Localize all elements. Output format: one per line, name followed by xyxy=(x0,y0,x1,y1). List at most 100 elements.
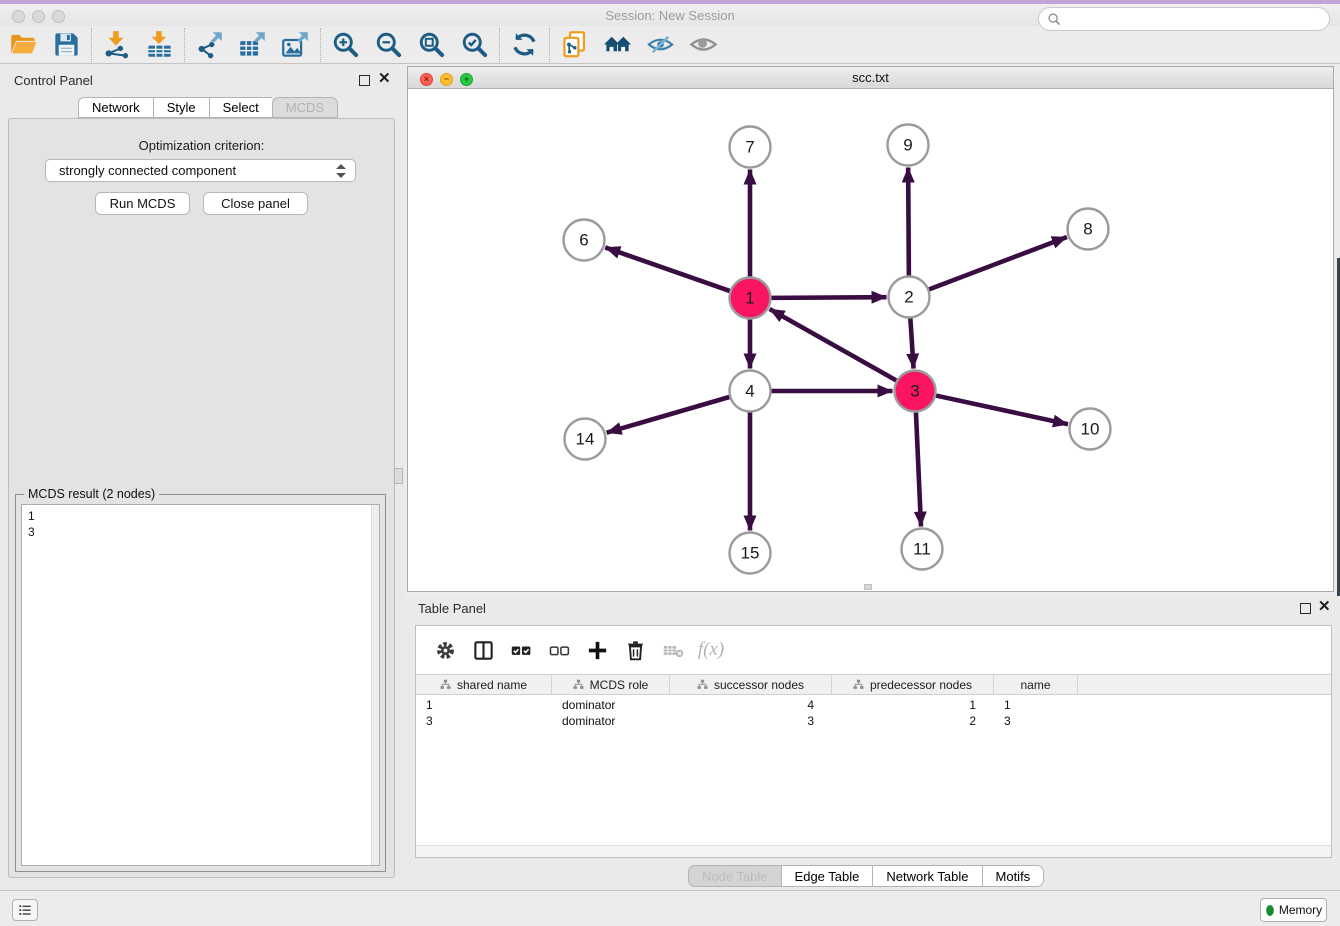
node-label: 14 xyxy=(576,430,595,449)
column-header-MCDS-role[interactable]: MCDS role xyxy=(552,675,670,694)
add-column-button[interactable] xyxy=(578,635,616,665)
table-cell[interactable]: 3 xyxy=(670,713,832,729)
export-network-button[interactable] xyxy=(188,28,231,62)
node-6[interactable]: 6 xyxy=(564,220,605,261)
tab-edge-table[interactable]: Edge Table xyxy=(781,865,873,887)
memory-gauge-icon xyxy=(1265,903,1275,918)
delete-column-button[interactable] xyxy=(616,635,654,665)
export-network-icon xyxy=(195,30,224,59)
network-canvas[interactable]: 7 9 6 8 1 2 4 3 14 10 15 11 xyxy=(408,89,1333,591)
show-all-icon xyxy=(689,30,718,59)
toolbar-separator xyxy=(320,28,321,62)
import-network-button[interactable] xyxy=(95,28,138,62)
run-mcds-button[interactable]: Run MCDS xyxy=(95,192,190,215)
column-visibility-button[interactable] xyxy=(464,635,502,665)
node-15[interactable]: 15 xyxy=(730,533,771,574)
search-icon xyxy=(1047,12,1062,27)
node-3[interactable]: 3 xyxy=(895,371,936,412)
table-settings-gear-button[interactable] xyxy=(426,635,464,665)
node-9[interactable]: 9 xyxy=(888,125,929,166)
tab-node-table[interactable]: Node Table xyxy=(688,865,781,887)
column-header-successor-nodes[interactable]: successor nodes xyxy=(670,675,832,694)
table-cell[interactable]: dominator xyxy=(552,713,670,729)
select-all-rows-button[interactable] xyxy=(502,635,540,665)
node-10[interactable]: 10 xyxy=(1070,409,1111,450)
node-1[interactable]: 1 xyxy=(730,278,771,319)
edge-3-1[interactable] xyxy=(770,309,897,380)
node-7[interactable]: 7 xyxy=(730,127,771,168)
table-toolbar: f(x) xyxy=(416,626,1331,674)
zoom-fit-button[interactable] xyxy=(410,28,453,62)
edge-1-2[interactable] xyxy=(771,297,886,298)
node-8[interactable]: 8 xyxy=(1068,209,1109,250)
table-cell[interactable]: 1 xyxy=(832,697,994,713)
mcds-result-box: MCDS result (2 nodes) 13 xyxy=(15,494,386,872)
zoom-out-button[interactable] xyxy=(367,28,410,62)
tab-mcds[interactable]: MCDS xyxy=(272,97,338,118)
control-panel-float-icon[interactable] xyxy=(359,75,370,86)
criterion-select[interactable]: strongly connected component xyxy=(45,159,356,182)
search-input[interactable] xyxy=(1066,12,1321,26)
zoom-in-button[interactable] xyxy=(324,28,367,62)
export-image-icon xyxy=(281,30,310,59)
tab-select[interactable]: Select xyxy=(209,97,272,118)
open-file-button[interactable] xyxy=(2,28,45,62)
flatten-hierarchy-icon xyxy=(573,679,584,690)
column-header-predecessor-nodes[interactable]: predecessor nodes xyxy=(832,675,994,694)
table-panel-close-icon[interactable]: ✕ xyxy=(1318,598,1331,616)
refresh-view-button[interactable] xyxy=(503,28,546,62)
column-header-name[interactable]: name xyxy=(994,675,1078,694)
refresh-view-icon xyxy=(510,30,539,59)
duplicate-network-icon xyxy=(560,30,589,59)
node-14[interactable]: 14 xyxy=(565,419,606,460)
export-table-button[interactable] xyxy=(231,28,274,62)
show-all-button[interactable] xyxy=(682,28,725,62)
tab-network[interactable]: Network xyxy=(78,97,153,118)
table-panel-float-icon[interactable] xyxy=(1300,603,1311,614)
result-scrollbar[interactable] xyxy=(371,505,379,865)
export-image-button[interactable] xyxy=(274,28,317,62)
table-row[interactable]: 1dominator411 xyxy=(416,697,1331,713)
tab-motifs[interactable]: Motifs xyxy=(982,865,1045,887)
table-horizontal-scrollbar[interactable] xyxy=(416,845,1331,857)
edge-2-9[interactable] xyxy=(908,167,909,275)
vertical-splitter-handle[interactable] xyxy=(394,468,403,484)
table-cell[interactable]: 1 xyxy=(416,697,552,713)
horizontal-splitter-handle[interactable] xyxy=(864,584,872,590)
first-neighbors-button[interactable] xyxy=(596,28,639,62)
edge-2-8[interactable] xyxy=(929,237,1067,289)
table-cell[interactable]: dominator xyxy=(552,697,670,713)
import-table-button[interactable] xyxy=(138,28,181,62)
table-cell[interactable]: 2 xyxy=(832,713,994,729)
table-cell[interactable]: 3 xyxy=(416,713,552,729)
zoom-selected-button[interactable] xyxy=(453,28,496,62)
edge-4-14[interactable] xyxy=(607,397,730,433)
search-box[interactable] xyxy=(1038,7,1330,31)
node-2[interactable]: 2 xyxy=(889,277,930,318)
task-history-button[interactable] xyxy=(12,899,38,921)
network-graph: 7 9 6 8 1 2 4 3 14 10 15 11 xyxy=(408,89,1333,591)
close-panel-button[interactable]: Close panel xyxy=(203,192,308,215)
table-cell[interactable]: 1 xyxy=(994,697,1078,713)
mcds-result-area[interactable]: 13 xyxy=(21,504,380,866)
tab-network-table[interactable]: Network Table xyxy=(872,865,981,887)
node-4[interactable]: 4 xyxy=(730,371,771,412)
edge-3-11[interactable] xyxy=(916,412,921,526)
table-cell[interactable]: 4 xyxy=(670,697,832,713)
edge-2-3[interactable] xyxy=(910,318,913,368)
node-11[interactable]: 11 xyxy=(902,529,943,570)
memory-button[interactable]: Memory xyxy=(1260,898,1327,922)
duplicate-network-button[interactable] xyxy=(553,28,596,62)
table-row[interactable]: 3dominator323 xyxy=(416,713,1331,729)
hide-selected-button[interactable] xyxy=(639,28,682,62)
delete-table-icon xyxy=(662,639,685,662)
edge-1-6[interactable] xyxy=(605,247,729,290)
tab-style[interactable]: Style xyxy=(153,97,209,118)
deselect-all-rows-button[interactable] xyxy=(540,635,578,665)
status-bar: Memory xyxy=(0,890,1340,926)
edge-3-10[interactable] xyxy=(936,396,1068,425)
control-panel-close-icon[interactable]: ✕ xyxy=(378,70,391,88)
save-session-button[interactable] xyxy=(45,28,88,62)
column-header-shared-name[interactable]: shared name xyxy=(416,675,552,694)
table-cell[interactable]: 3 xyxy=(994,713,1078,729)
